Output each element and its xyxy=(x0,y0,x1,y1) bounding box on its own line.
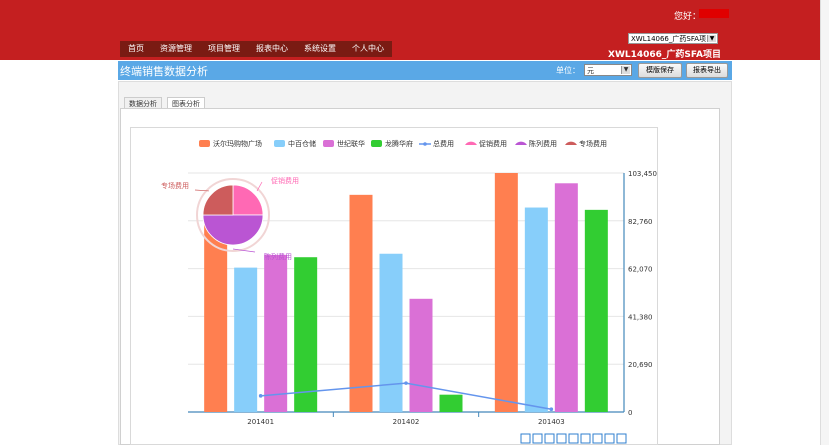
bar xyxy=(409,298,433,412)
right-edge-panel xyxy=(820,0,829,445)
bar xyxy=(204,222,228,412)
project-name: XWL14066_广药SFA项目 xyxy=(608,50,721,60)
page-titlebar: 终端销售数据分析 单位： 元 ▼ 模版保存 报表导出 xyxy=(118,61,732,80)
x-tick-label: 201402 xyxy=(393,418,420,426)
y-tick-label: 103,450 xyxy=(628,170,657,178)
legend-swatch xyxy=(323,140,334,147)
legend-label: 促销费用 xyxy=(479,139,507,148)
unit-label: 单位： xyxy=(556,66,580,75)
y-tick-label: 20,690 xyxy=(628,361,653,369)
tiled-icon[interactable] xyxy=(592,433,603,444)
nav-projects[interactable]: 项目管理 xyxy=(200,41,248,57)
username-redacted xyxy=(699,9,729,18)
legend-label: 专场费用 xyxy=(579,139,607,148)
unit-select-value: 元 xyxy=(587,67,594,75)
nav-home[interactable]: 首页 xyxy=(120,41,152,57)
line-chart-icon[interactable] xyxy=(556,433,567,444)
bar xyxy=(439,394,463,412)
nav-settings[interactable]: 系统设置 xyxy=(296,41,344,57)
logo: ▀▀ ▀▀ xyxy=(130,0,200,4)
legend-swatch xyxy=(515,141,527,145)
bar-chart-icon[interactable] xyxy=(568,433,579,444)
pie-label: 促销费用 xyxy=(271,176,299,185)
line-point xyxy=(258,394,263,398)
refresh-icon[interactable] xyxy=(604,433,615,444)
chart-container: 103,450 82,760 62,070 41,380 20,690 0 201401 20… xyxy=(130,127,658,445)
main-nav: 首页 资源管理 项目管理 报表中心 系统设置 个人中心 xyxy=(120,41,392,57)
data-view-icon[interactable] xyxy=(544,433,555,444)
stack-icon[interactable] xyxy=(580,433,591,444)
legend-label: 龙腾华府 xyxy=(385,139,413,148)
bar xyxy=(234,267,258,412)
x-tick-label: 201403 xyxy=(538,418,565,426)
eraser-icon[interactable] xyxy=(532,433,543,444)
pie-label: 陈列费用 xyxy=(264,252,292,261)
legend-swatch xyxy=(274,140,285,147)
legend-label: 世纪联华 xyxy=(337,139,365,148)
legend-label: 总费用 xyxy=(433,139,454,148)
nav-reports[interactable]: 报表中心 xyxy=(248,41,296,57)
bar xyxy=(494,173,518,412)
pencil-icon[interactable] xyxy=(520,433,531,444)
legend-label: 沃尔玛购物广场 xyxy=(213,139,262,148)
combo-chart: 103,450 82,760 62,070 41,380 20,690 0 201401 20… xyxy=(161,139,657,444)
legend-swatch xyxy=(199,140,210,147)
bar xyxy=(349,194,373,412)
save-image-icon[interactable] xyxy=(616,433,627,444)
legend-label: 陈列费用 xyxy=(529,139,557,148)
greeting-text: 您好： xyxy=(673,12,701,22)
bar xyxy=(554,183,578,412)
export-report-button[interactable]: 报表导出 xyxy=(686,63,728,78)
y-tick-label: 0 xyxy=(628,409,632,417)
pie-label: 专场费用 xyxy=(161,181,189,190)
bar xyxy=(524,207,548,412)
legend-swatch xyxy=(371,140,382,147)
bar xyxy=(584,209,608,412)
legend-swatch xyxy=(423,142,427,146)
x-tick-label: 201401 xyxy=(247,418,274,426)
project-select-value: XWL14066_广药SFA项 xyxy=(631,35,707,43)
line-point xyxy=(549,407,554,412)
bar xyxy=(294,257,318,412)
unit-select[interactable]: 元 ▼ xyxy=(584,64,632,76)
legend-label: 中百仓储 xyxy=(288,139,316,148)
project-select[interactable]: XWL14066_广药SFA项 ▼ xyxy=(628,33,718,44)
top-banner: ▀▀ ▀▀ 您好： XWL14066_广药SFA项 ▼ 首页 资源管理 项目管理… xyxy=(0,0,829,60)
nav-resources[interactable]: 资源管理 xyxy=(152,41,200,57)
chevron-down-icon[interactable]: ▼ xyxy=(707,35,716,42)
y-tick-label: 82,760 xyxy=(628,218,653,226)
line-point xyxy=(404,381,408,385)
bar xyxy=(379,253,403,412)
legend-swatch xyxy=(465,141,477,145)
chevron-down-icon[interactable]: ▼ xyxy=(621,66,630,74)
save-template-button[interactable]: 模版保存 xyxy=(638,63,682,78)
y-tick-label: 62,070 xyxy=(628,266,653,274)
y-tick-label: 41,380 xyxy=(628,313,653,321)
bar xyxy=(264,254,288,412)
legend-swatch xyxy=(565,141,577,145)
nav-profile[interactable]: 个人中心 xyxy=(344,41,392,57)
page-title: 终端销售数据分析 xyxy=(120,65,208,78)
